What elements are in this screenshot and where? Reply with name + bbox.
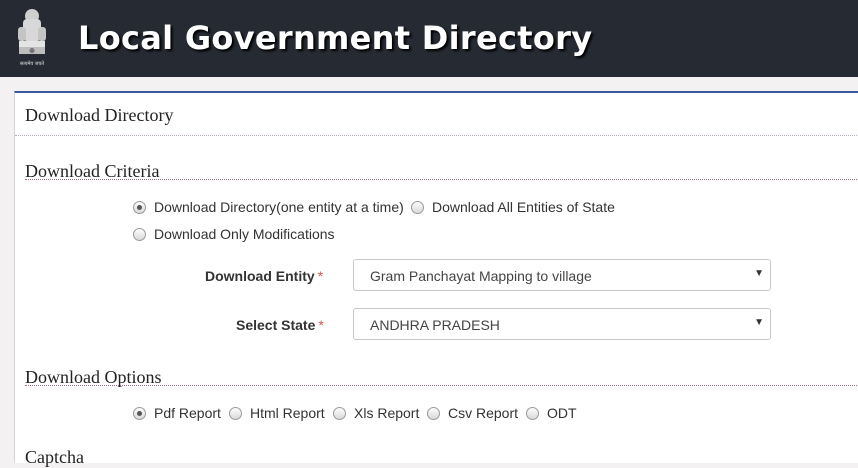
- required-marker: *: [317, 268, 324, 284]
- radio-download-modifications[interactable]: Download Only Modifications: [133, 226, 335, 242]
- panel-title-divider: [15, 135, 858, 136]
- radio-download-directory[interactable]: Download Directory(one entity at a time): [133, 199, 404, 215]
- radio-download-all-entities-label: Download All Entities of State: [432, 199, 615, 215]
- caret-down-icon: ▼: [754, 268, 764, 279]
- radio-xls-report-label: Xls Report: [354, 405, 420, 421]
- download-entity-label: Download Entity *: [205, 268, 323, 284]
- radio-button-selected[interactable]: [133, 406, 146, 420]
- radio-button[interactable]: [133, 227, 146, 241]
- radio-csv-report[interactable]: Csv Report: [427, 405, 518, 421]
- radio-download-directory-label: Download Directory(one entity at a time): [154, 199, 404, 215]
- emblem-motto: सत्यमेव जयते: [20, 60, 44, 67]
- download-directory-panel: Download Directory Download Criteria Dow…: [14, 91, 858, 467]
- select-state-value: ANDHRA PRADESH: [370, 317, 500, 333]
- radio-button[interactable]: [411, 200, 424, 214]
- criteria-divider: [25, 179, 858, 180]
- radio-button[interactable]: [333, 406, 346, 420]
- captcha-heading: Captcha: [25, 447, 84, 467]
- radio-button[interactable]: [229, 406, 242, 420]
- radio-download-all-entities[interactable]: Download All Entities of State: [411, 199, 615, 215]
- radio-pdf-report-label: Pdf Report: [154, 405, 221, 421]
- radio-xls-report[interactable]: Xls Report: [333, 405, 419, 421]
- caret-down-icon: ▼: [754, 317, 764, 328]
- select-state-label-text: Select State: [236, 317, 316, 333]
- radio-button-selected[interactable]: [133, 200, 146, 214]
- download-entity-value: Gram Panchayat Mapping to village: [370, 268, 592, 284]
- radio-html-report[interactable]: Html Report: [229, 405, 325, 421]
- radio-odt[interactable]: ODT: [526, 405, 577, 421]
- download-entity-label-text: Download Entity: [205, 268, 315, 284]
- select-state-select[interactable]: ANDHRA PRADESH ▼: [353, 308, 771, 340]
- required-marker: *: [318, 317, 324, 333]
- radio-download-modifications-label: Download Only Modifications: [154, 226, 335, 242]
- radio-odt-label: ODT: [547, 405, 577, 421]
- radio-button[interactable]: [526, 406, 539, 420]
- national-emblem-icon[interactable]: सत्यमेव जयते: [14, 7, 50, 69]
- radio-html-report-label: Html Report: [250, 405, 325, 421]
- site-title: Local Government Directory: [78, 19, 593, 57]
- panel-title: Download Directory: [25, 105, 174, 125]
- radio-csv-report-label: Csv Report: [448, 405, 519, 421]
- select-state-label: Select State *: [236, 317, 324, 333]
- radio-pdf-report[interactable]: Pdf Report: [133, 405, 221, 421]
- radio-button[interactable]: [427, 406, 440, 420]
- site-header: सत्यमेव जयते Local Government Directory: [0, 0, 858, 77]
- download-entity-select[interactable]: Gram Panchayat Mapping to village ▼: [353, 259, 771, 291]
- options-divider: [25, 385, 858, 386]
